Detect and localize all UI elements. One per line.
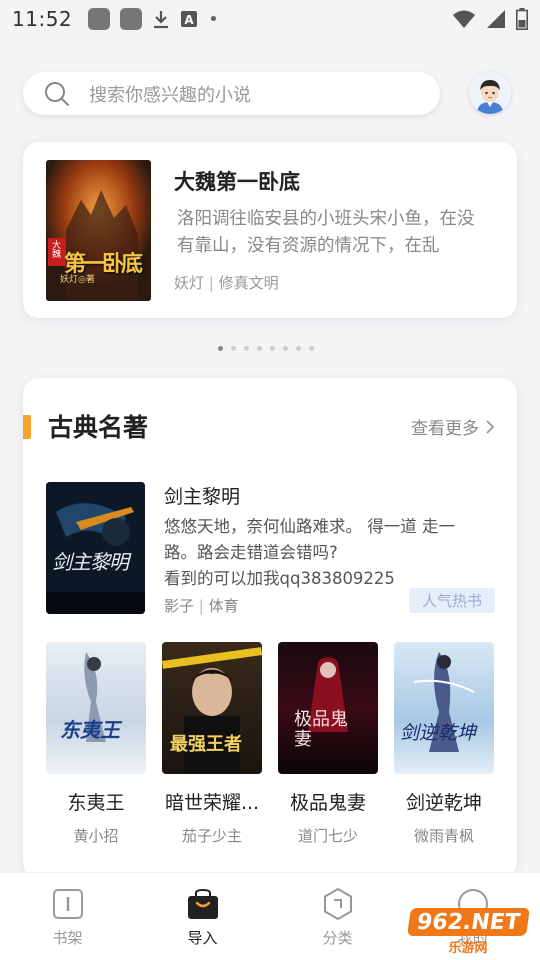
watermark-brand: 962.NET <box>414 909 522 935</box>
featured-book-cover[interactable]: 大魏 第一卧底 妖灯◎著 <box>46 160 151 301</box>
book-item[interactable]: 剑逆乾坤 剑逆乾坤 微雨青枫 <box>394 642 494 846</box>
nav-import[interactable]: 导入 <box>135 873 270 960</box>
book-author: 道门七少 <box>297 827 358 845</box>
top-book-cover-text: 剑主黎明 <box>52 550 129 574</box>
book-title: 东夷王 <box>67 792 125 814</box>
signal-icon <box>487 10 505 28</box>
download-icon <box>154 11 169 29</box>
more-notifications-dot: • <box>208 8 219 30</box>
watermark-logo: 962.NET 乐游网 <box>400 908 536 956</box>
book-author: 茄子少主 <box>181 827 242 845</box>
pagination-dot[interactable] <box>296 346 301 351</box>
top-book-description-line: 悠悠天地，奈何仙路难求。 得一道 走一 <box>164 517 455 536</box>
book-cover[interactable]: 极品鬼妻 <box>278 642 378 774</box>
pagination-dot[interactable] <box>231 346 236 351</box>
meta-separator: | <box>208 274 219 292</box>
book-cover-text: 东夷王 <box>60 718 120 742</box>
book-title: 极品鬼妻 <box>289 792 366 814</box>
book-grid: 东夷王 东夷王 黄小招 最强王者 暗世荣耀... 茄子少主 极品鬼妻 极品鬼妻 … <box>46 642 494 846</box>
nav-label: 书架 <box>52 929 83 947</box>
book-item[interactable]: 最强王者 暗世荣耀... 茄子少主 <box>162 642 262 846</box>
book-author: 黄小招 <box>73 827 119 845</box>
search-icon <box>45 81 69 106</box>
meta-separator: | <box>198 597 209 615</box>
nav-label: 分类 <box>322 929 353 947</box>
classics-section: 古典名著 查看更多 剑主黎明 剑主黎明 悠悠天地，奈何仙路难求。 得一道 走一 … <box>23 378 517 878</box>
top-book-meta: 影子 | 体育 <box>164 595 239 616</box>
book-title: 剑逆乾坤 <box>405 792 482 814</box>
chevron-right-icon <box>486 419 495 434</box>
status-time: 11:52 <box>12 7 73 31</box>
featured-cover-small-text: 大魏 <box>50 240 60 258</box>
featured-book-category: 修真文明 <box>218 274 279 292</box>
user-avatar-icon <box>469 72 511 114</box>
watermark-subtitle: 乐游网 <box>448 941 488 956</box>
top-book-category: 体育 <box>208 597 239 615</box>
app-notification-icon <box>88 8 111 30</box>
featured-book-card[interactable]: 大魏 第一卧底 妖灯◎著 大魏第一卧底 洛阳调往临安县的小班头宋小鱼，在没有靠山… <box>23 142 517 318</box>
book-cover-text: 极品鬼妻 <box>294 709 348 750</box>
book-item[interactable]: 极品鬼妻 极品鬼妻 道门七少 <box>278 642 378 846</box>
status-bar: 11:52 A • <box>0 0 540 38</box>
book-item[interactable]: 东夷王 东夷王 黄小招 <box>46 642 146 846</box>
nav-category[interactable]: 分类 <box>270 873 405 960</box>
book-cover-text: 剑逆乾坤 <box>400 722 477 744</box>
pagination-dot[interactable] <box>309 346 314 351</box>
view-more-label: 查看更多 <box>411 419 479 439</box>
svg-text:A: A <box>184 13 194 27</box>
pagination-dot[interactable] <box>270 346 275 351</box>
battery-icon <box>516 8 528 30</box>
nav-bookshelf[interactable]: 书架 <box>0 873 135 960</box>
carousel-pagination <box>218 346 314 351</box>
pagination-dot[interactable] <box>257 346 262 351</box>
top-book-author: 影子 <box>164 597 195 615</box>
nav-label: 导入 <box>187 929 218 947</box>
watermark-badge: 962.NET <box>406 908 530 936</box>
top-book-cover[interactable]: 剑主黎明 <box>46 482 145 614</box>
book-cover[interactable]: 剑逆乾坤 <box>394 642 494 774</box>
section-title: 古典名著 <box>48 413 149 442</box>
top-book-title[interactable]: 剑主黎明 <box>164 482 240 509</box>
pagination-dot[interactable] <box>283 346 288 351</box>
pagination-dot[interactable] <box>218 346 223 351</box>
featured-book-author: 妖灯 <box>174 274 205 292</box>
top-book-description: 悠悠天地，奈何仙路难求。 得一道 走一 路。路会走错道会错吗? 看到的可以加我q… <box>164 514 484 592</box>
category-icon <box>323 887 352 921</box>
import-icon <box>187 888 218 919</box>
book-cover-text: 最强王者 <box>170 734 242 755</box>
search-placeholder: 搜索你感兴趣的小说 <box>89 84 251 106</box>
wifi-icon <box>453 10 475 28</box>
book-author: 微雨青枫 <box>413 827 474 845</box>
book-cover[interactable]: 最强王者 <box>162 642 262 774</box>
pagination-dot[interactable] <box>244 346 249 351</box>
book-title: 暗世荣耀... <box>164 792 260 814</box>
view-more-link[interactable]: 查看更多 <box>411 414 495 439</box>
avatar[interactable] <box>469 72 511 114</box>
app-notification-icon <box>120 8 143 30</box>
hot-book-badge: 人气热书 <box>409 588 495 613</box>
featured-cover-author-text: 妖灯◎著 <box>60 275 95 285</box>
search-input[interactable]: 搜索你感兴趣的小说 <box>23 72 440 115</box>
font-icon: A <box>181 11 198 27</box>
featured-book-description: 洛阳调往临安县的小班头宋小鱼，在没有靠山，没有资源的情况下，在乱 <box>177 209 475 256</box>
section-marker <box>23 415 31 439</box>
top-book-description-line: 路。路会走错道会错吗? <box>164 543 338 562</box>
book-cover[interactable]: 东夷王 <box>46 642 146 774</box>
bookshelf-icon <box>52 889 83 919</box>
featured-book-title[interactable]: 大魏第一卧底 <box>174 166 300 196</box>
featured-book-meta: 妖灯 | 修真文明 <box>174 272 279 293</box>
